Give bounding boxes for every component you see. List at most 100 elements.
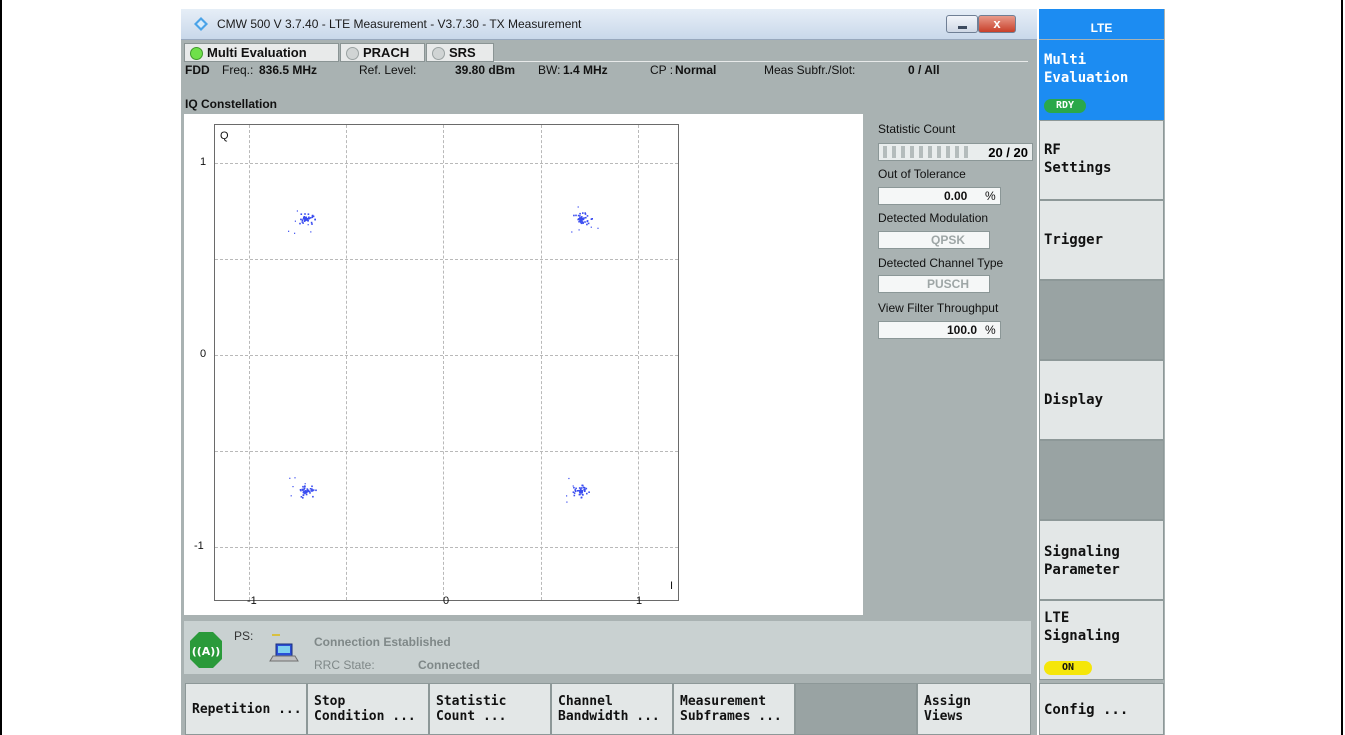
sidebar-item-rf-settings[interactable]: RF Settings <box>1039 120 1164 200</box>
status-led-green-icon <box>190 47 203 60</box>
freq-value: 836.5 MHz <box>259 63 318 77</box>
constellation-point <box>302 485 304 488</box>
constellation-point <box>573 214 575 217</box>
constellation-point <box>310 221 313 224</box>
progress-segment <box>892 146 896 158</box>
constellation-point <box>299 222 301 225</box>
out-of-tolerance-label: Out of Tolerance <box>878 167 966 181</box>
constellation-point <box>577 214 580 217</box>
right-sidebar: LTE Multi Evaluation RDY RF Settings Tri… <box>1039 9 1165 735</box>
duplex-mode: FDD <box>185 63 210 77</box>
constellation-point <box>568 477 570 480</box>
sidebar-item-trigger[interactable]: Trigger <box>1039 200 1164 280</box>
constellation-point <box>586 220 588 222</box>
detected-modulation-value: QPSK <box>931 233 966 247</box>
progress-segment <box>964 146 968 158</box>
constellation-point <box>579 488 582 491</box>
constellation-point <box>307 224 309 226</box>
minimize-button[interactable] <box>946 15 978 33</box>
sidebar-header: LTE <box>1039 9 1164 39</box>
tab-multi-evaluation[interactable]: Multi Evaluation <box>184 43 339 62</box>
progress-segment <box>910 146 914 158</box>
tab-label: Multi Evaluation <box>207 45 307 60</box>
constellation-point <box>566 495 568 497</box>
constellation-point <box>583 217 585 219</box>
constellation-point <box>304 485 306 487</box>
antenna-icon: ((A)) <box>190 632 222 668</box>
constellation-point <box>580 491 583 493</box>
constellation-point <box>585 216 587 219</box>
constellation-point <box>581 221 584 223</box>
empty-softkey <box>795 683 917 735</box>
screen-border-left <box>0 0 2 735</box>
constellation-point <box>591 218 593 220</box>
repetition-button[interactable]: Repetition ... <box>185 683 307 735</box>
title-bar[interactable]: CMW 500 V 3.7.40 - LTE Measurement - V3.… <box>181 9 1037 40</box>
sidebar-item-lte-signaling[interactable]: LTE Signaling ON <box>1039 600 1164 680</box>
constellation-point <box>300 213 303 215</box>
constellation-point <box>290 495 292 497</box>
statistic-count-button[interactable]: Statistic Count ... <box>429 683 551 735</box>
constellation-point <box>574 490 577 492</box>
ps-label: PS: <box>234 629 254 643</box>
config-button[interactable]: Config ... <box>1039 683 1164 735</box>
channel-bandwidth-button[interactable]: Channel Bandwidth ... <box>551 683 673 735</box>
tab-prach[interactable]: PRACH <box>340 43 425 62</box>
constellation-point <box>579 487 582 489</box>
constellation-point <box>299 489 302 491</box>
out-of-tolerance-field: 0.00 % <box>878 187 1001 205</box>
constellation-point <box>300 218 302 221</box>
y-tick-label: 0 <box>200 348 207 360</box>
constellation-cluster <box>288 210 316 234</box>
x-tick-label: -1 <box>247 595 257 607</box>
measurement-subframes-button[interactable]: Measurement Subframes ... <box>673 683 795 735</box>
x-axis-label: I <box>670 580 674 592</box>
ref-level-value: 39.80 dBm <box>455 63 516 77</box>
sidebar-label: Multi Evaluation <box>1044 52 1129 86</box>
constellation-point <box>304 213 306 215</box>
constellation-point <box>575 214 577 217</box>
constellation-point <box>312 489 315 491</box>
screen-border-right <box>1341 0 1343 735</box>
constellation-point <box>573 486 575 489</box>
assign-views-button[interactable]: Assign Views <box>917 683 1031 735</box>
constellation-point <box>586 215 589 217</box>
constellation-cluster <box>289 477 317 499</box>
view-filter-label: View Filter Throughput <box>878 301 999 315</box>
tab-srs[interactable]: SRS <box>426 43 494 62</box>
constellation-point <box>577 490 579 492</box>
constellation-point <box>302 489 304 491</box>
constellation-point <box>586 223 588 226</box>
constellation-point <box>306 491 308 493</box>
progress-segment <box>883 146 887 158</box>
rrc-state-value: Connected <box>418 658 481 672</box>
sidebar-item-multi-evaluation[interactable]: Multi Evaluation RDY <box>1039 40 1164 120</box>
cp-value: Normal <box>675 63 717 77</box>
constellation-cluster <box>571 206 599 233</box>
constellation-point <box>583 489 586 491</box>
iq-constellation-chart: Q I 1 0 -1 -1 0 1 <box>184 114 863 615</box>
constellation-point <box>582 218 585 221</box>
constellation-point <box>577 206 579 208</box>
softkey-bar: Repetition ... Stop Condition ... Statis… <box>181 683 1037 735</box>
softkey-label: Statistic Count ... <box>436 694 507 724</box>
statistic-count-label: Statistic Count <box>878 122 956 136</box>
tab-label: PRACH <box>363 45 410 60</box>
progress-segment <box>901 146 905 158</box>
constellation-point <box>586 492 588 495</box>
stop-condition-button[interactable]: Stop Condition ... <box>307 683 429 735</box>
close-button[interactable]: x <box>978 15 1016 33</box>
y-axis-label: Q <box>220 130 229 142</box>
cp-label: CP : <box>650 63 674 77</box>
detected-modulation-field: QPSK <box>878 231 990 249</box>
on-status-badge: ON <box>1044 661 1092 675</box>
constellation-point <box>580 221 582 224</box>
detected-channel-label: Detected Channel Type <box>878 256 1004 270</box>
view-filter-value: 100.0 <box>947 323 978 337</box>
statistic-count-value: 20 / 20 <box>988 145 1028 160</box>
progress-segment <box>946 146 950 158</box>
sidebar-label: Config ... <box>1044 702 1129 718</box>
constellation-point <box>580 218 583 221</box>
sidebar-item-display[interactable]: Display <box>1039 360 1164 440</box>
sidebar-item-signaling-parameter[interactable]: Signaling Parameter <box>1039 520 1164 600</box>
